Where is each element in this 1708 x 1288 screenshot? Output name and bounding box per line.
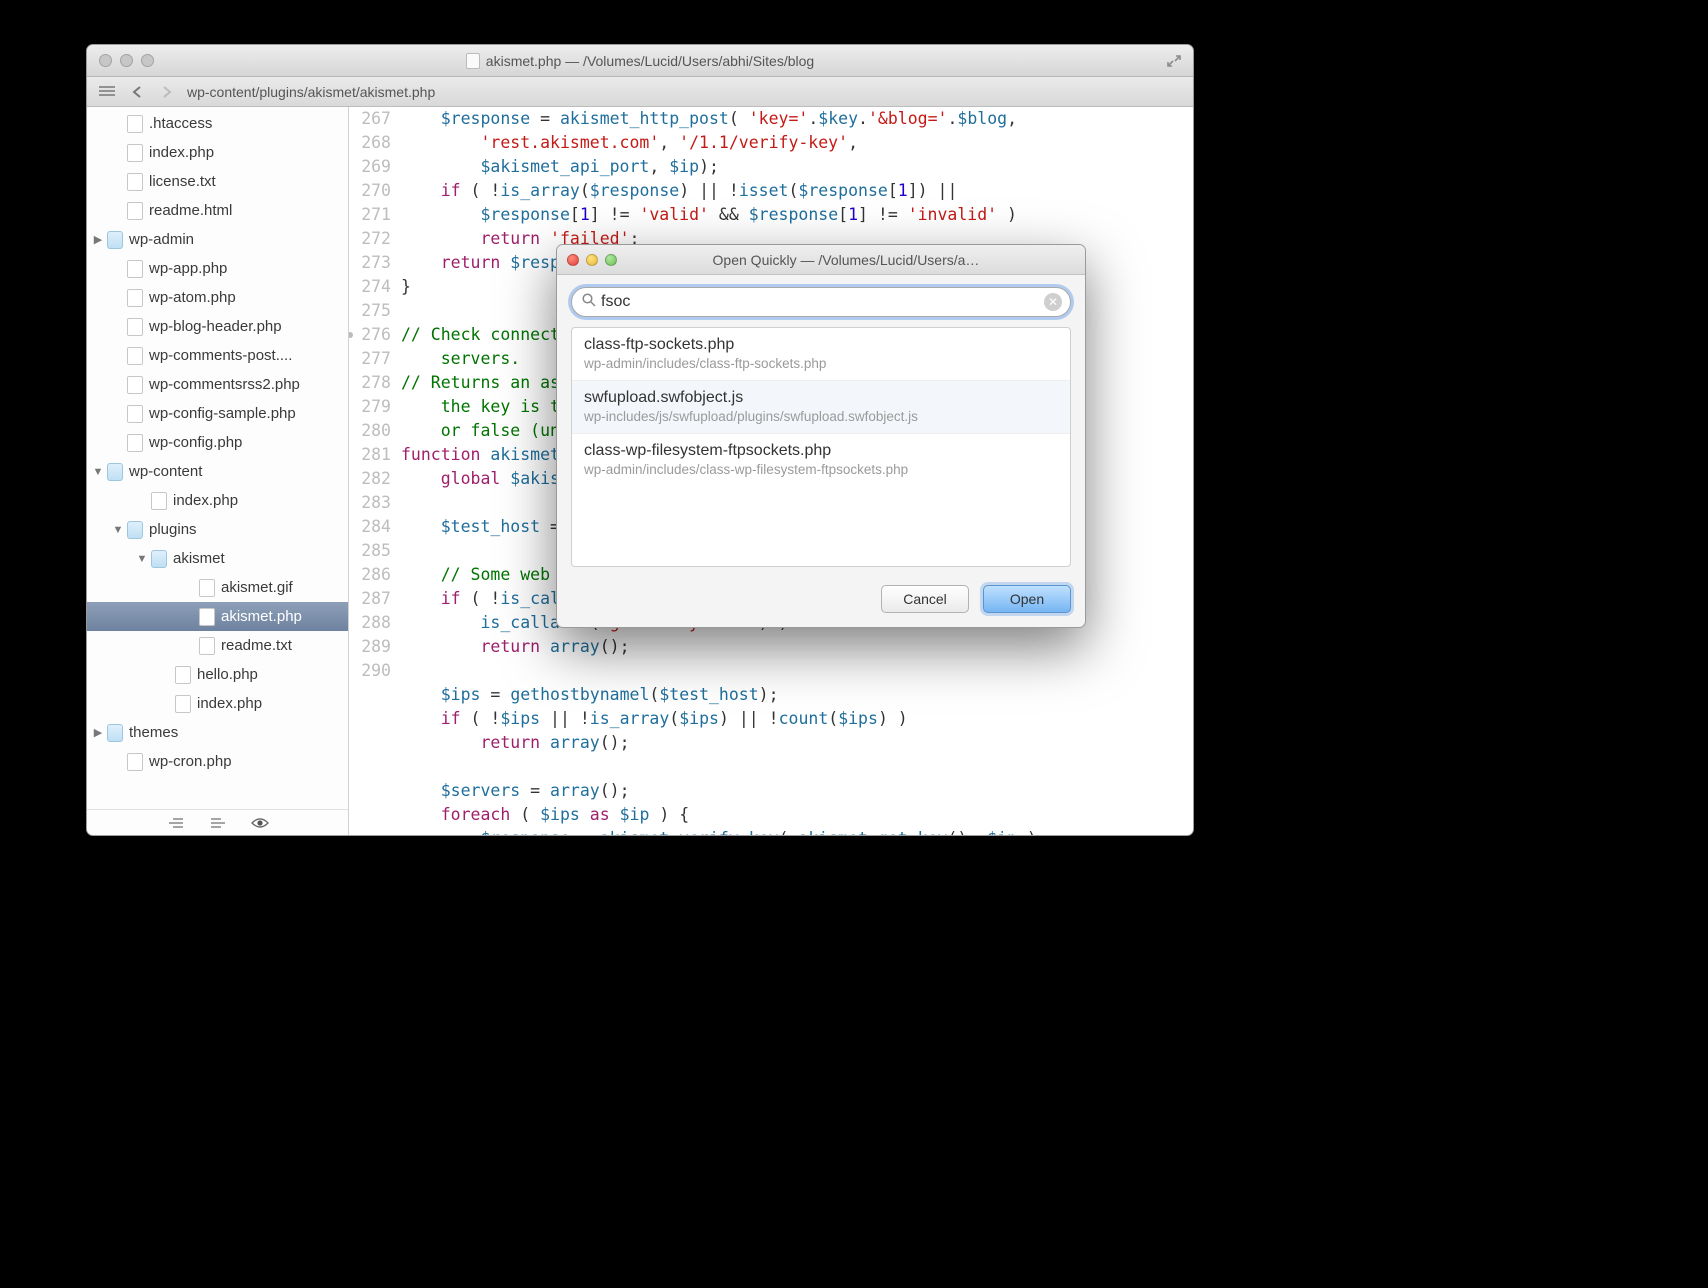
preview-eye-icon[interactable] [251, 816, 269, 830]
file-tree-label: index.php [149, 144, 214, 161]
file-icon [127, 434, 143, 452]
file-icon [199, 608, 215, 626]
file-tree-item[interactable]: ▼ plugins [87, 515, 348, 544]
file-tree-label: readme.html [149, 202, 232, 219]
file-tree-item[interactable]: ▼ akismet [87, 544, 348, 573]
outline-icon[interactable] [97, 83, 117, 101]
titlebar[interactable]: akismet.php — /Volumes/Lucid/Users/abhi/… [87, 45, 1193, 77]
folder-icon [107, 724, 123, 742]
file-tree-label: wp-cron.php [149, 753, 232, 770]
file-tree-label: wp-config-sample.php [149, 405, 296, 422]
file-tree-item[interactable]: ▶ themes [87, 718, 348, 747]
file-tree-label: wp-config.php [149, 434, 242, 451]
indent-right-icon[interactable] [209, 816, 227, 830]
file-tree-label: akismet.php [221, 608, 302, 625]
disclosure-icon[interactable]: ▼ [91, 466, 105, 478]
folder-icon [151, 550, 167, 568]
fullscreen-icon[interactable] [1165, 54, 1183, 68]
file-tree-item[interactable]: wp-app.php [87, 254, 348, 283]
file-tree-label: index.php [173, 492, 238, 509]
file-icon [199, 579, 215, 597]
file-tree-item[interactable]: akismet.gif [87, 573, 348, 602]
file-tree-label: wp-app.php [149, 260, 227, 277]
file-icon [127, 173, 143, 191]
indent-left-icon[interactable] [167, 816, 185, 830]
file-tree-label: index.php [197, 695, 262, 712]
file-icon [127, 376, 143, 394]
document-icon [466, 53, 480, 69]
file-icon [175, 666, 191, 684]
file-browser-sidebar: .htaccess index.php license.txt readme.html… [87, 107, 349, 835]
file-tree-item[interactable]: wp-atom.php [87, 283, 348, 312]
file-icon [127, 289, 143, 307]
file-tree-label: wp-blog-header.php [149, 318, 282, 335]
minimize-icon[interactable] [120, 54, 133, 67]
file-icon [127, 318, 143, 336]
file-tree-item[interactable]: .htaccess [87, 109, 348, 138]
line-gutter: 2672682692702712722732742752762772782792… [349, 107, 401, 835]
file-tree-label: wp-admin [129, 231, 194, 248]
disclosure-icon[interactable]: ▼ [135, 553, 149, 565]
file-tree-label: hello.php [197, 666, 258, 683]
file-icon [127, 144, 143, 162]
file-tree-label: wp-comments-post.... [149, 347, 292, 364]
file-tree-label: wp-commentsrss2.php [149, 376, 300, 393]
file-tree-item[interactable]: wp-config-sample.php [87, 399, 348, 428]
file-tree-item[interactable]: wp-config.php [87, 428, 348, 457]
file-icon [199, 637, 215, 655]
zoom-icon[interactable] [141, 54, 154, 67]
sidebar-footer [87, 809, 348, 835]
breadcrumb[interactable]: wp-content/plugins/akismet/akismet.php [187, 84, 435, 100]
file-tree-label: wp-content [129, 463, 202, 480]
disclosure-icon[interactable]: ▶ [91, 233, 105, 246]
file-icon [127, 347, 143, 365]
file-tree-item[interactable]: wp-cron.php [87, 747, 348, 776]
toolbar: wp-content/plugins/akismet/akismet.php [87, 77, 1193, 107]
folder-icon [107, 463, 123, 481]
editor-window: akismet.php — /Volumes/Lucid/Users/abhi/… [86, 44, 1194, 836]
file-tree-item[interactable]: index.php [87, 138, 348, 167]
file-tree-item[interactable]: hello.php [87, 660, 348, 689]
file-tree-label: akismet.gif [221, 579, 293, 596]
folder-icon [127, 521, 143, 539]
file-tree-label: themes [129, 724, 178, 741]
file-tree-item[interactable]: wp-blog-header.php [87, 312, 348, 341]
file-tree-label: wp-atom.php [149, 289, 236, 306]
file-tree-item[interactable]: akismet.php [87, 602, 348, 631]
file-icon [127, 260, 143, 278]
file-tree-item[interactable]: wp-comments-post.... [87, 341, 348, 370]
file-icon [127, 753, 143, 771]
file-tree-item[interactable]: index.php [87, 689, 348, 718]
file-tree-label: plugins [149, 521, 197, 538]
code-editor[interactable]: 2672682692702712722732742752762772782792… [349, 107, 1193, 835]
file-icon [175, 695, 191, 713]
file-tree-label: .htaccess [149, 115, 212, 132]
file-icon [151, 492, 167, 510]
file-tree-item[interactable]: ▶ wp-admin [87, 225, 348, 254]
nav-forward-icon[interactable] [157, 83, 177, 101]
file-tree-label: akismet [173, 550, 225, 567]
file-tree-label: license.txt [149, 173, 216, 190]
file-tree-label: readme.txt [221, 637, 292, 654]
folder-icon [107, 231, 123, 249]
file-tree-item[interactable]: index.php [87, 486, 348, 515]
disclosure-icon[interactable]: ▼ [111, 524, 125, 536]
file-tree-item[interactable]: wp-commentsrss2.php [87, 370, 348, 399]
file-tree-item[interactable]: readme.html [87, 196, 348, 225]
code-content[interactable]: $response = akismet_http_post( 'key='.$k… [401, 107, 1193, 835]
file-tree-item[interactable]: readme.txt [87, 631, 348, 660]
file-icon [127, 405, 143, 423]
disclosure-icon[interactable]: ▶ [91, 726, 105, 739]
file-icon [127, 202, 143, 220]
file-icon [127, 115, 143, 133]
window-title: akismet.php — /Volumes/Lucid/Users/abhi/… [486, 53, 814, 69]
nav-back-icon[interactable] [127, 83, 147, 101]
close-icon[interactable] [99, 54, 112, 67]
file-tree-item[interactable]: ▼ wp-content [87, 457, 348, 486]
file-tree-item[interactable]: license.txt [87, 167, 348, 196]
